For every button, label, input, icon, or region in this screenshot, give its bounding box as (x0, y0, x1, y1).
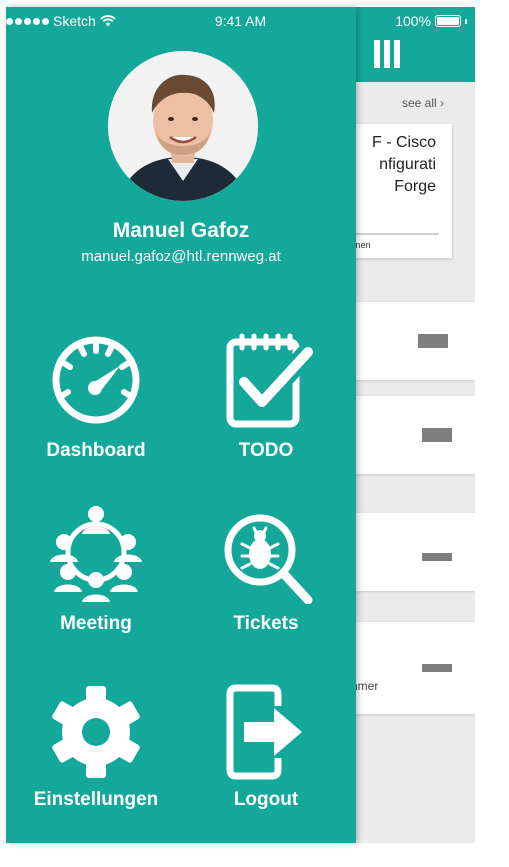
avatar[interactable] (108, 51, 258, 201)
logout-icon (226, 684, 302, 780)
menu-label-todo: TODO (238, 440, 294, 461)
menu-item-logout[interactable]: Logout (191, 682, 341, 812)
battery-percent: 100% (395, 13, 431, 29)
row-indicator (422, 664, 452, 672)
menu-label-dashboard: Dashboard (46, 440, 146, 461)
row-indicator (422, 428, 452, 442)
status-bar: Sketch 9:41 AM 100% (6, 7, 475, 35)
menu-label-logout: Logout (233, 789, 299, 810)
see-all-link[interactable]: see all › (402, 96, 444, 110)
profile-photo (108, 51, 258, 201)
menu-item-settings[interactable]: Einstellungen (21, 682, 171, 812)
bug-search-icon (224, 514, 313, 604)
group-icon (50, 506, 142, 602)
battery-icon (435, 15, 461, 27)
menu-item-meeting[interactable]: Meeting (21, 504, 171, 634)
speedometer-icon (52, 336, 140, 424)
checklist-icon (226, 333, 316, 428)
menu-item-todo[interactable]: TODO (191, 332, 341, 462)
user-name: Manuel Gafoz (112, 219, 250, 242)
battery-status: 100% (395, 13, 467, 29)
menu-label-settings: Einstellungen (33, 789, 159, 810)
hamburger-menu-icon[interactable] (374, 40, 400, 68)
menu-item-dashboard[interactable]: Dashboard (21, 332, 171, 462)
menu-label-meeting: Meeting (60, 613, 132, 634)
menu-label-tickets: Tickets (233, 613, 299, 634)
row-indicator (422, 553, 452, 561)
project-progress-bar (346, 233, 439, 235)
row-indicator (418, 334, 448, 348)
user-email: manuel.gafoz@htl.rennweg.at (81, 248, 281, 265)
menu-item-tickets[interactable]: Tickets (191, 504, 341, 634)
navigation-drawer: Manuel Gafoz manuel.gafoz@htl.rennweg.at… (6, 7, 356, 843)
gear-icon (52, 686, 140, 778)
